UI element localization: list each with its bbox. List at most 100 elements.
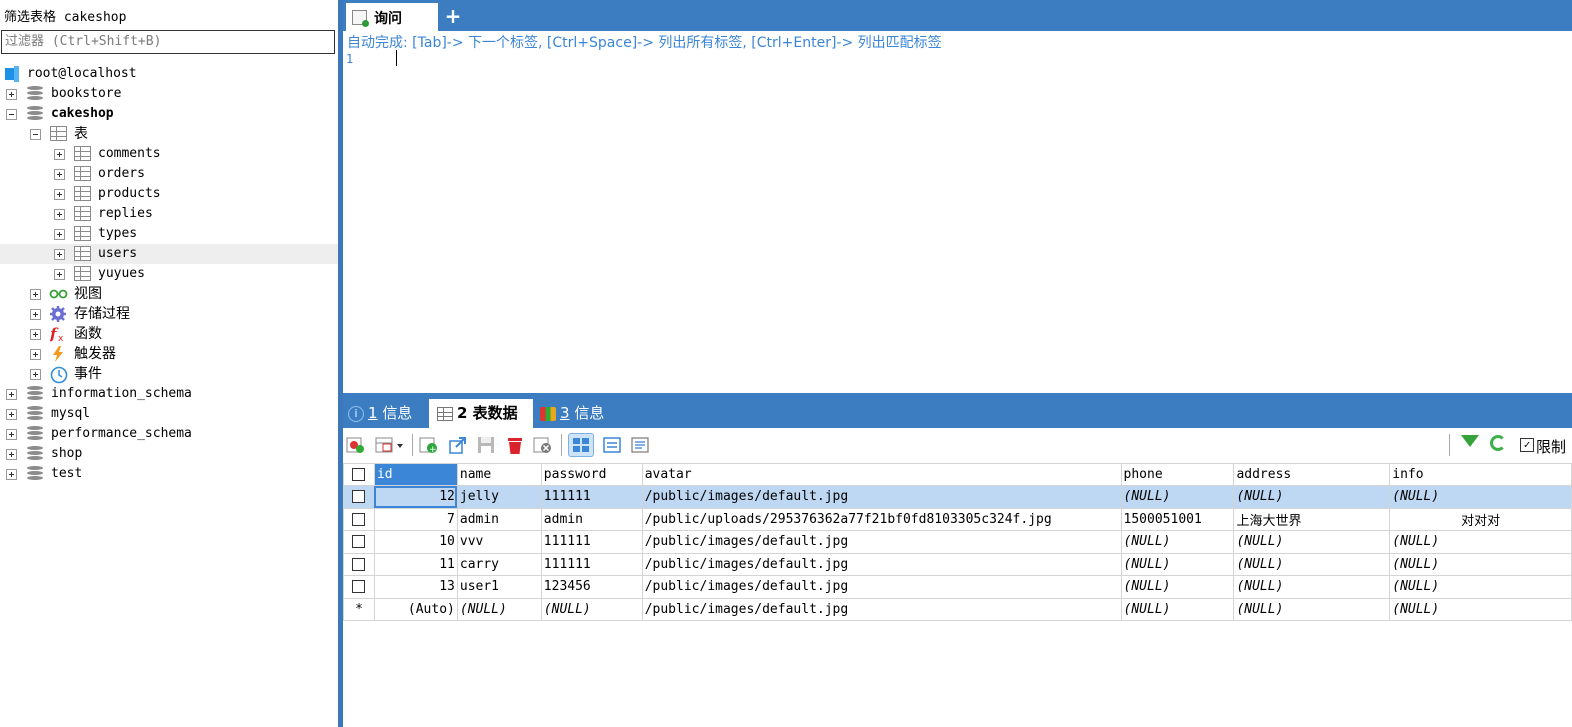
table-row[interactable]: 13 user1 123456 /public/images/default.j…: [343, 575, 1572, 599]
save-icon[interactable]: [476, 435, 496, 455]
duplicate-row-icon[interactable]: +: [419, 435, 439, 455]
new-row[interactable]: * (Auto) (NULL) (NULL) /public/images/de…: [343, 597, 1572, 621]
expand-icon[interactable]: [6, 89, 17, 100]
column-header[interactable]: avatar: [641, 463, 1122, 486]
table-cell[interactable]: (NULL): [1233, 485, 1391, 509]
table-row[interactable]: 12 jelly 111111 /public/images/default.j…: [343, 485, 1572, 509]
limit-checkbox[interactable]: ✓: [1520, 438, 1534, 452]
table-cell[interactable]: vvv: [456, 530, 542, 554]
table-cell[interactable]: /public/uploads/295376362a77f21bf0fd8103…: [641, 507, 1122, 531]
column-header[interactable]: id: [373, 463, 458, 486]
tree-folder-triggers[interactable]: 触发器: [0, 344, 338, 364]
tree-table-yuyues[interactable]: yuyues: [0, 264, 338, 284]
table-cell[interactable]: carry: [456, 552, 542, 576]
export-icon[interactable]: [448, 435, 468, 455]
expand-icon[interactable]: [54, 169, 65, 180]
table-cell[interactable]: (NULL): [1233, 552, 1391, 576]
tree-db-performance-schema[interactable]: performance_schema: [0, 424, 338, 444]
table-cell[interactable]: /public/images/default.jpg: [641, 530, 1122, 554]
tab-info-3[interactable]: 3 信息: [540, 399, 604, 428]
table-cell[interactable]: admin: [456, 507, 542, 531]
row-checkbox[interactable]: [343, 507, 375, 531]
select-all-checkbox[interactable]: [343, 463, 375, 486]
tree-db-information-schema[interactable]: information_schema: [0, 384, 338, 404]
table-cell[interactable]: (NULL): [1389, 552, 1572, 576]
table-cell[interactable]: user1: [456, 575, 542, 599]
tree-table-orders[interactable]: orders: [0, 164, 338, 184]
table-row[interactable]: 11 carry 111111 /public/images/default.j…: [343, 552, 1572, 576]
table-cell[interactable]: 10: [373, 530, 458, 554]
tree-db-test[interactable]: test: [0, 464, 338, 484]
tree-folder-events[interactable]: 事件: [0, 364, 338, 384]
grid-view-icon[interactable]: [568, 433, 594, 457]
table-cell[interactable]: (NULL): [1389, 530, 1572, 554]
tree-folder-views[interactable]: 视图: [0, 284, 338, 304]
table-cell[interactable]: jelly: [456, 485, 542, 509]
expand-icon[interactable]: [30, 309, 41, 320]
expand-icon[interactable]: [30, 329, 41, 340]
row-checkbox[interactable]: [343, 575, 375, 599]
expand-icon[interactable]: [6, 449, 17, 460]
table-cell[interactable]: 11: [373, 552, 458, 576]
table-cell[interactable]: (NULL): [1389, 485, 1572, 509]
tab-query[interactable]: 询问: [346, 3, 438, 31]
table-cell[interactable]: /public/images/default.jpg: [641, 485, 1122, 509]
table-cell[interactable]: 12: [373, 485, 458, 509]
tree-folder-functions[interactable]: fx 函数: [0, 324, 338, 344]
tree-folder-tables[interactable]: 表: [0, 124, 338, 144]
table-cell[interactable]: /public/images/default.jpg: [641, 575, 1122, 599]
table-cell[interactable]: (NULL): [540, 597, 643, 621]
expand-icon[interactable]: [54, 209, 65, 220]
tree-db-mysql[interactable]: mysql: [0, 404, 338, 424]
expand-icon[interactable]: [54, 229, 65, 240]
expand-icon[interactable]: [6, 409, 17, 420]
tab-info-1[interactable]: i1 信息: [348, 399, 412, 428]
table-cell[interactable]: (NULL): [1120, 597, 1235, 621]
table-cell[interactable]: /public/images/default.jpg: [641, 597, 1122, 621]
expand-icon[interactable]: [54, 249, 65, 260]
table-cell[interactable]: 123456: [540, 575, 643, 599]
tree-db-bookstore[interactable]: bookstore: [0, 84, 338, 104]
query-editor[interactable]: [343, 50, 1572, 393]
table-cell[interactable]: (NULL): [1389, 597, 1572, 621]
table-cell[interactable]: 111111: [540, 485, 643, 509]
tree-root[interactable]: root@localhost: [0, 64, 338, 84]
row-checkbox[interactable]: [343, 530, 375, 554]
table-cell[interactable]: (NULL): [456, 597, 542, 621]
table-cell[interactable]: (NULL): [1233, 575, 1391, 599]
row-checkbox[interactable]: [343, 485, 375, 509]
expand-icon[interactable]: [30, 289, 41, 300]
row-checkbox[interactable]: [343, 552, 375, 576]
tree-db-shop[interactable]: shop: [0, 444, 338, 464]
table-cell[interactable]: /public/images/default.jpg: [641, 552, 1122, 576]
table-cell[interactable]: (NULL): [1120, 575, 1235, 599]
table-cell[interactable]: admin: [540, 507, 643, 531]
tree-table-comments[interactable]: comments: [0, 144, 338, 164]
table-cell[interactable]: (NULL): [1233, 597, 1391, 621]
tree-table-types[interactable]: types: [0, 224, 338, 244]
expand-icon[interactable]: [54, 189, 65, 200]
table-cell[interactable]: (NULL): [1120, 552, 1235, 576]
discard-changes-icon[interactable]: [533, 435, 553, 455]
add-tab-button[interactable]: +: [443, 3, 463, 29]
refresh-icon[interactable]: [1490, 435, 1506, 451]
tree-table-products[interactable]: products: [0, 184, 338, 204]
insert-row-icon[interactable]: [346, 435, 366, 455]
column-header[interactable]: info: [1389, 463, 1572, 486]
table-cell[interactable]: (NULL): [1389, 575, 1572, 599]
tab-table-data[interactable]: 2 表数据: [429, 399, 533, 428]
table-cell[interactable]: 111111: [540, 530, 643, 554]
table-cell[interactable]: 上海大世界: [1233, 507, 1391, 531]
collapse-icon[interactable]: [6, 109, 17, 120]
column-header[interactable]: address: [1233, 463, 1391, 486]
tree-db-cakeshop[interactable]: cakeshop: [0, 104, 338, 124]
expand-icon[interactable]: [6, 429, 17, 440]
table-cell[interactable]: (NULL): [1233, 530, 1391, 554]
tree-table-users[interactable]: users: [0, 244, 338, 264]
column-header[interactable]: name: [456, 463, 542, 486]
expand-icon[interactable]: [6, 389, 17, 400]
table-cell[interactable]: 111111: [540, 552, 643, 576]
table-cell[interactable]: 13: [373, 575, 458, 599]
expand-icon[interactable]: [6, 469, 17, 480]
form-view-icon[interactable]: [602, 435, 622, 455]
